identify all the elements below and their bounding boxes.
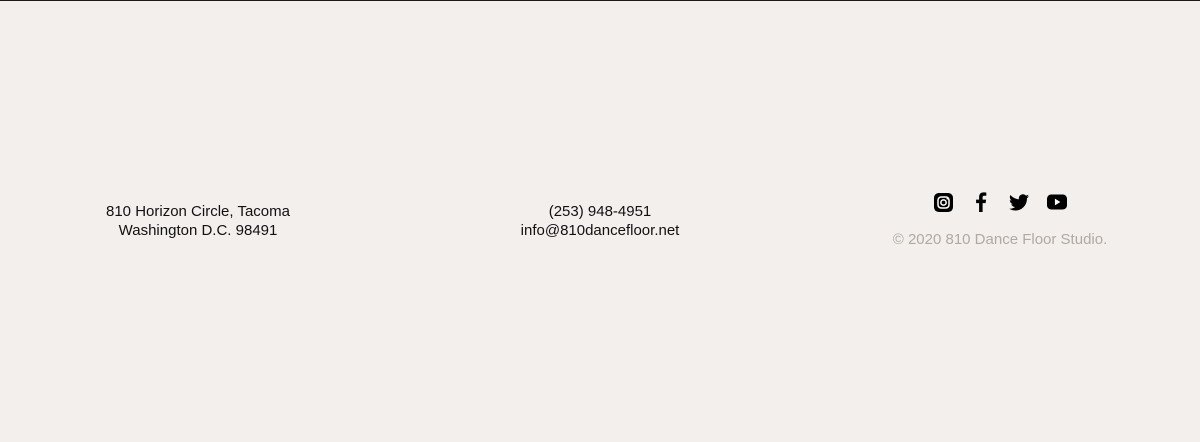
phone-number[interactable]: (253) 948-4951 (450, 202, 750, 221)
copyright-text: © 2020 810 Dance Floor Studio. (892, 231, 1108, 248)
twitter-icon[interactable] (1009, 192, 1029, 212)
social-block: © 2020 810 Dance Floor Studio. (850, 190, 1150, 249)
email-link[interactable]: info@810dancefloor.net (521, 222, 680, 239)
site-footer: 810 Horizon Circle, Tacoma Washington D.… (0, 0, 1200, 442)
address-line-2: Washington D.C. 98491 (118, 222, 278, 239)
address-line-1: 810 Horizon Circle, Tacoma (106, 203, 290, 220)
address-block: 810 Horizon Circle, Tacoma Washington D.… (48, 202, 348, 240)
instagram-icon[interactable] (933, 192, 953, 212)
contact-block: (253) 948-4951 info@810dancefloor.net (450, 202, 750, 240)
social-links (850, 190, 1150, 214)
youtube-icon[interactable] (1047, 192, 1067, 212)
facebook-icon[interactable] (971, 192, 991, 212)
